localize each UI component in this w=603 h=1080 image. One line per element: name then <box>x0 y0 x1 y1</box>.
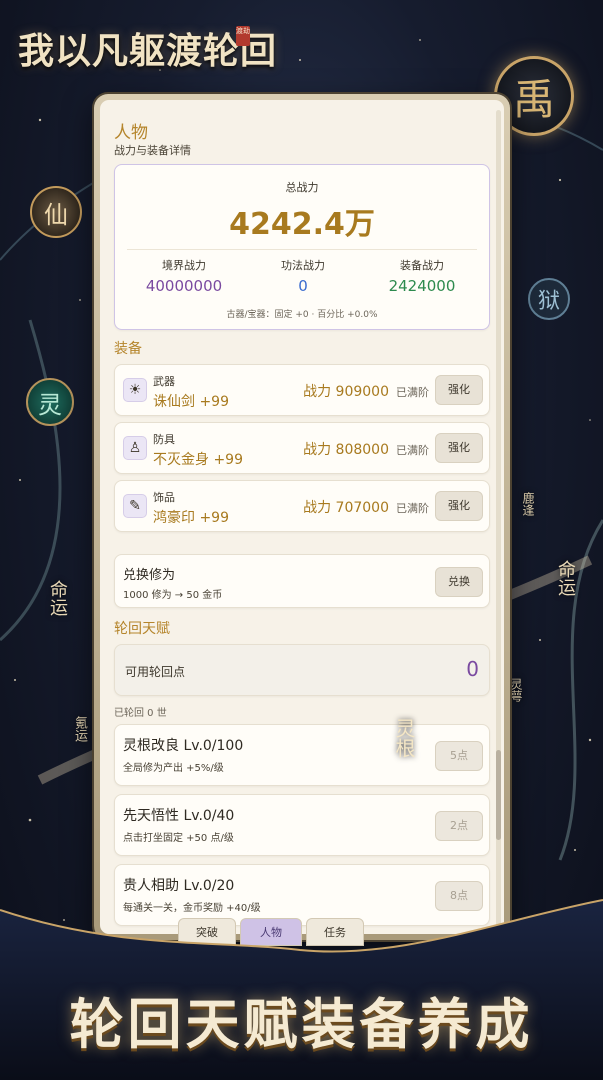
total-power-card: 总战力 4242.4万 境界战力 40000000 功法战力 0 装备战力 24… <box>114 164 490 330</box>
side-text-spirit-root: 灵根 <box>392 718 416 758</box>
stat-skill: 功法战力 0 <box>248 257 358 295</box>
panel-scrollbar[interactable] <box>496 110 501 934</box>
reincarnation-points-card: 可用轮回点 0 <box>114 644 490 696</box>
talent-title: 灵根改良 Lv.0/100 <box>123 738 244 754</box>
equipment-status: 已满阶 <box>396 444 429 457</box>
equipment-name: 不灭金身 +99 <box>153 452 243 468</box>
total-power-label: 总战力 <box>285 181 319 194</box>
side-text-deer: 鹿逢 <box>521 492 535 516</box>
tab-character[interactable]: 人物 <box>240 918 302 946</box>
seal-right-icon: 狱 <box>528 278 570 320</box>
side-text-spirit: 灵萼 <box>509 678 523 702</box>
enhance-accessory-button[interactable]: 强化 <box>435 491 483 521</box>
upgrade-talent-button[interactable]: 2点 <box>435 811 483 841</box>
equipment-status: 已满阶 <box>396 502 429 515</box>
stat-value: 0 <box>298 277 308 295</box>
reincarnation-count: 已轮回 0 世 <box>114 708 167 719</box>
side-text-luck: 氪运 <box>72 716 87 742</box>
exchange-card: 兑换修为 1000 修为 → 50 金币 兑换 <box>114 554 490 608</box>
equipment-row-accessory: ✎ 饰品 鸿豪印 +99 战力 707000 已满阶 强化 <box>114 480 490 532</box>
immortal-portrait-icon: 仙 <box>30 186 82 238</box>
equipment-status: 已满阶 <box>396 386 429 399</box>
talent-desc: 全局修为产出 +5%/级 <box>123 763 224 774</box>
title-seal: 渡劫 <box>236 26 250 46</box>
talent-desc: 每通关一关，金币奖励 +40/级 <box>123 903 261 914</box>
brush-icon: ✎ <box>123 494 147 518</box>
stat-label: 功法战力 <box>281 259 325 272</box>
talent-row: 先天悟性 Lv.0/40 点击打坐固定 +50 点/级 2点 <box>114 794 490 856</box>
upgrade-talent-button[interactable]: 5点 <box>435 741 483 771</box>
talent-row: 贵人相助 Lv.0/20 每通关一关，金币奖励 +40/级 8点 <box>114 864 490 926</box>
scrollbar-thumb[interactable] <box>496 750 501 840</box>
stat-value: 2424000 <box>388 277 456 295</box>
artifact-bonus-note: 古器/宝器：固定 +0 · 百分比 +0.0% <box>226 310 378 320</box>
sun-icon: ☀ <box>123 378 147 402</box>
equipment-row-armor: ♙ 防具 不灭金身 +99 战力 808000 已满阶 强化 <box>114 422 490 474</box>
stat-value: 40000000 <box>145 277 223 295</box>
side-text-fate: 命运 <box>47 580 68 616</box>
equipment-name: 诛仙剑 +99 <box>153 394 229 410</box>
side-text-fate-right: 命运 <box>555 560 576 596</box>
section-title-talent: 轮回天赋 <box>114 621 170 637</box>
exchange-button[interactable]: 兑换 <box>435 567 483 597</box>
upgrade-talent-button[interactable]: 8点 <box>435 881 483 911</box>
promo-banner: 轮回天赋装备养成 <box>69 992 534 1056</box>
equipment-power: 战力 808000 <box>303 442 389 458</box>
equipment-row-weapon: ☀ 武器 诛仙剑 +99 战力 909000 已满阶 强化 <box>114 364 490 416</box>
points-value: 0 <box>466 657 479 681</box>
equipment-name: 鸿豪印 +99 <box>153 510 229 526</box>
buddha-icon: ♙ <box>123 436 147 460</box>
spirit-seal-icon: 灵 <box>26 378 74 426</box>
talent-desc: 点击打坐固定 +50 点/级 <box>123 833 234 844</box>
character-panel-frame: 人物 战力与装备详情 总战力 4242.4万 境界战力 40000000 功法战… <box>94 94 510 940</box>
points-label: 可用轮回点 <box>125 665 186 679</box>
talent-row: 灵根改良 Lv.0/100 全局修为产出 +5%/级 5点 <box>114 724 490 786</box>
exchange-desc: 1000 修为 → 50 金币 <box>123 590 223 601</box>
section-subtitle-character: 战力与装备详情 <box>114 144 191 157</box>
power-divider <box>127 249 477 250</box>
total-power-value: 4242.4万 <box>229 207 375 242</box>
stat-realm: 境界战力 40000000 <box>129 257 239 295</box>
talent-title: 先天悟性 Lv.0/40 <box>123 808 235 824</box>
tab-breakthrough[interactable]: 突破 <box>178 918 236 946</box>
equipment-type: 武器 <box>153 375 175 388</box>
stat-label: 境界战力 <box>162 259 206 272</box>
enhance-armor-button[interactable]: 强化 <box>435 433 483 463</box>
stat-label: 装备战力 <box>400 259 444 272</box>
stat-equipment: 装备战力 2424000 <box>367 257 477 295</box>
talent-title: 贵人相助 Lv.0/20 <box>123 878 235 894</box>
enhance-weapon-button[interactable]: 强化 <box>435 375 483 405</box>
equipment-power: 战力 909000 <box>303 384 389 400</box>
character-panel: 人物 战力与装备详情 总战力 4242.4万 境界战力 40000000 功法战… <box>100 100 504 934</box>
section-title-character: 人物 <box>114 123 148 143</box>
section-title-equipment: 装备 <box>114 341 142 357</box>
exchange-title: 兑换修为 <box>123 568 176 583</box>
equipment-type: 饰品 <box>153 491 175 504</box>
equipment-power: 战力 707000 <box>303 500 389 516</box>
tab-quest[interactable]: 任务 <box>306 918 364 946</box>
equipment-type: 防具 <box>153 433 175 446</box>
